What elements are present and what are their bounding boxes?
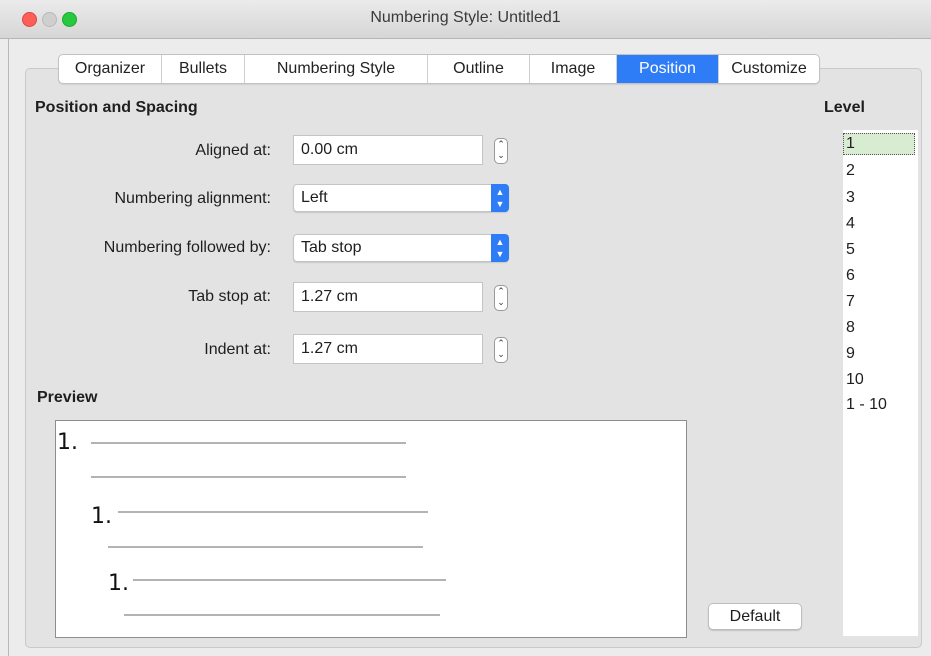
numbering-followed-by-select[interactable]: Tab stop ▲ ▼ xyxy=(293,234,509,262)
level-item-1-10[interactable]: 1 - 10 xyxy=(846,395,887,415)
numbering-alignment-select[interactable]: Left ▲ ▼ xyxy=(293,184,509,212)
preview-line xyxy=(91,442,406,444)
numbering-followed-by-label: Numbering followed by: xyxy=(103,239,271,256)
tab-stop-at-field[interactable]: 1.27 cm xyxy=(293,282,483,312)
numbering-alignment-value: Left xyxy=(301,189,328,206)
aligned-at-stepper[interactable]: ⌃ ⌄ xyxy=(494,138,508,164)
level-heading: Level xyxy=(824,99,865,116)
preview-box: 1. 1. 1. xyxy=(55,420,687,638)
level-item-4[interactable]: 4 xyxy=(846,214,855,234)
window-edge xyxy=(8,38,9,656)
tab-bar: Organizer Bullets Numbering Style Outlin… xyxy=(58,54,820,84)
tab-customize[interactable]: Customize xyxy=(719,55,819,83)
tab-numbering-style[interactable]: Numbering Style xyxy=(245,55,428,83)
numbering-followed-by-value: Tab stop xyxy=(301,239,362,256)
preview-heading: Preview xyxy=(37,389,98,406)
aligned-at-label: Aligned at: xyxy=(195,142,271,159)
preview-line xyxy=(124,614,440,616)
level-item-2[interactable]: 2 xyxy=(846,161,855,181)
level-item-7[interactable]: 7 xyxy=(846,292,855,312)
position-spacing-heading: Position and Spacing xyxy=(35,99,198,116)
preview-number-level2: 1. xyxy=(91,504,112,529)
tab-bullets[interactable]: Bullets xyxy=(162,55,245,83)
indent-at-stepper[interactable]: ⌃ ⌄ xyxy=(494,337,508,363)
numbering-alignment-label: Numbering alignment: xyxy=(114,190,271,207)
window-title: Numbering Style: Untitled1 xyxy=(370,9,561,26)
indent-at-field[interactable]: 1.27 cm xyxy=(293,334,483,364)
level-item-6[interactable]: 6 xyxy=(846,266,855,286)
tab-image[interactable]: Image xyxy=(530,55,617,83)
tab-organizer[interactable]: Organizer xyxy=(59,55,162,83)
preview-line xyxy=(133,579,446,581)
tab-stop-at-stepper[interactable]: ⌃ ⌄ xyxy=(494,285,508,311)
tab-outline[interactable]: Outline xyxy=(428,55,530,83)
level-item-10[interactable]: 10 xyxy=(846,370,864,390)
title-bar: Numbering Style: Untitled1 xyxy=(0,0,931,39)
indent-at-label: Indent at: xyxy=(204,341,271,358)
chevron-updown-icon: ▲ ▼ xyxy=(491,184,509,212)
default-button[interactable]: Default xyxy=(708,603,802,630)
preview-number-level1: 1. xyxy=(57,430,78,455)
preview-line xyxy=(91,476,406,478)
level-list[interactable]: 1 2 3 4 5 6 7 8 9 10 1 - 10 xyxy=(843,130,918,636)
preview-number-level3: 1. xyxy=(108,571,129,596)
aligned-at-field[interactable]: 0.00 cm xyxy=(293,135,483,165)
level-item-3[interactable]: 3 xyxy=(846,188,855,208)
level-item-9[interactable]: 9 xyxy=(846,344,855,364)
tab-position[interactable]: Position xyxy=(617,55,719,83)
level-item-1[interactable]: 1 xyxy=(843,133,915,155)
tab-stop-at-label: Tab stop at: xyxy=(188,288,271,305)
preview-line xyxy=(108,546,423,548)
chevron-updown-icon: ▲ ▼ xyxy=(491,234,509,262)
preview-line xyxy=(118,511,428,513)
level-item-5[interactable]: 5 xyxy=(846,240,855,260)
level-item-8[interactable]: 8 xyxy=(846,318,855,338)
